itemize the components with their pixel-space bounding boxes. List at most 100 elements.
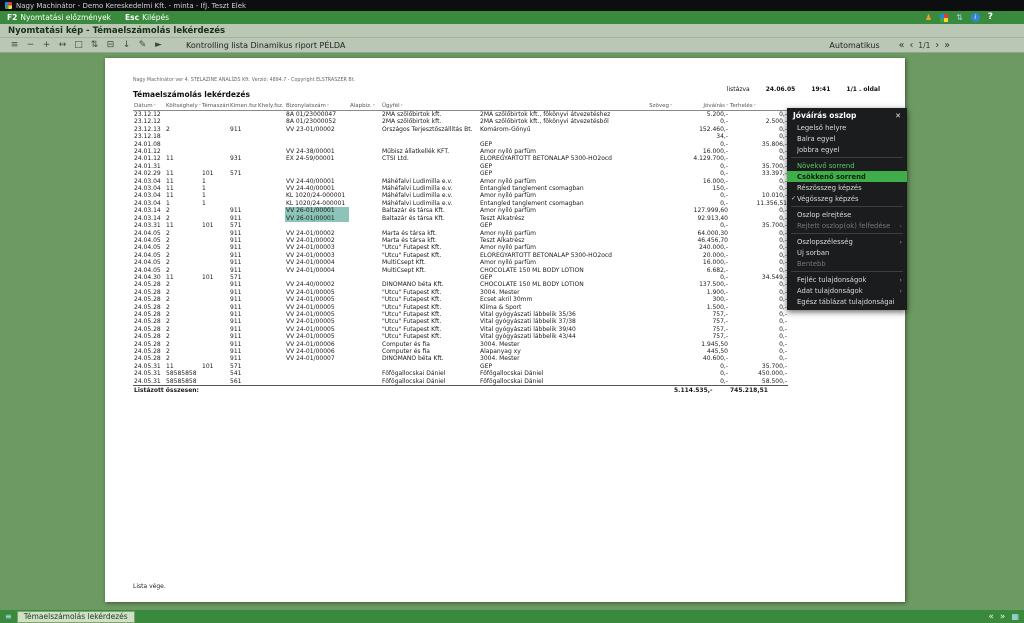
column-header[interactable]: Ügyfél▿ <box>381 102 479 111</box>
column-header[interactable]: Bizonylatszám▿ <box>285 102 349 111</box>
table-row[interactable]: 24.03.04 11 1 VV 24-40/00001 Máhéfalvi L… <box>133 185 788 192</box>
tab-temaelszamolas-lekerdezes[interactable]: Témaelszámolás lekérdezés <box>17 611 135 623</box>
context-menu-item[interactable]: Balra egyel <box>787 133 907 144</box>
prev-view-button[interactable]: « <box>988 612 994 622</box>
cell-bizonylatszam[interactable]: VV 26-01/00001 <box>285 207 349 214</box>
table-row[interactable]: 23.12.13 2 911 VV 23-01/00002 Országos T… <box>133 126 788 133</box>
scale-mode-select[interactable]: Automatikus <box>829 41 879 50</box>
context-menu-item[interactable]: Fejléc tulajdonságok › <box>787 274 907 285</box>
table-row[interactable]: 24.03.04 11 1 KL 1020/24-000001 Máhéfalv… <box>133 192 788 199</box>
context-menu-item[interactable]: Új sorban <box>787 247 907 258</box>
column-header[interactable]: Alapbiz.▿ <box>349 102 381 111</box>
table-row[interactable]: 24.04.05 2 911 VV 24-01/00003 "Utcu" Fut… <box>133 244 788 251</box>
apps-icon[interactable] <box>940 14 948 22</box>
cell-bizonylatszam[interactable]: VV 24-01/00005 <box>285 326 349 333</box>
table-row[interactable]: 24.05.31 58585858 541 Főfőgallocskai Dán… <box>133 370 788 377</box>
table-row[interactable]: 24.01.31 GÉP 0,- 35.700,- <box>133 163 788 170</box>
cell-bizonylatszam[interactable]: 8A 01/23000047 <box>285 111 349 119</box>
close-icon[interactable]: ✕ <box>895 112 901 120</box>
cell-bizonylatszam[interactable]: EX 24-59/00001 <box>285 155 349 162</box>
cell-bizonylatszam[interactable]: VV 26-01/00001 <box>285 215 349 222</box>
table-row[interactable]: 24.04.30 11 101 571 GÉP 0,- 34.549,- <box>133 274 788 281</box>
context-menu-item[interactable]: Részösszeg képzés <box>787 182 907 193</box>
table-row[interactable]: 24.05.28 2 911 VV 24-01/00005 "Utcu" Fut… <box>133 304 788 311</box>
info-icon[interactable]: i <box>971 13 980 22</box>
user-icon[interactable]: ♟ <box>925 13 932 22</box>
help-icon[interactable]: ? <box>988 13 993 22</box>
context-menu-item[interactable]: Bentebb <box>787 258 907 269</box>
first-page-button[interactable]: « <box>899 40 905 51</box>
next-view-button[interactable]: » <box>1000 612 1006 622</box>
column-header[interactable]: Szöveg▿ <box>479 102 673 111</box>
cell-bizonylatszam[interactable] <box>285 370 349 377</box>
table-row[interactable]: 24.05.28 2 911 VV 24-01/00005 "Utcu" Fut… <box>133 296 788 303</box>
table-row[interactable]: 24.01.08 GÉP 0,- 35.806,- <box>133 141 788 148</box>
table-row[interactable]: 24.01.12 11 931 EX 24-59/00001 CTSI Ltd.… <box>133 155 788 162</box>
fit-width-icon[interactable]: ↔ <box>56 40 69 50</box>
table-row[interactable]: 24.04.05 2 911 VV 24-01/00002 Marta és t… <box>133 230 788 237</box>
export-icon[interactable]: ► <box>152 40 165 50</box>
context-menu-item[interactable]: Oszlop elrejtése <box>787 209 907 220</box>
cell-bizonylatszam[interactable]: VV 24-01/00005 <box>285 311 349 318</box>
column-header[interactable]: Kimen.fsz.▿ <box>229 102 257 111</box>
table-row[interactable]: 24.05.28 2 911 VV 24-01/00005 "Utcu" Fut… <box>133 311 788 318</box>
scroll-mode-icon[interactable]: ⇅ <box>88 40 101 50</box>
cell-bizonylatszam[interactable] <box>285 170 349 177</box>
list-menu-icon[interactable]: ≡ <box>5 612 12 621</box>
cell-bizonylatszam[interactable]: VV 24-01/00002 <box>285 230 349 237</box>
cell-bizonylatszam[interactable]: VV 24-01/00003 <box>285 252 349 259</box>
table-row[interactable]: 24.05.28 2 911 VV 24-01/00005 "Utcu" Fut… <box>133 318 788 325</box>
cell-bizonylatszam[interactable] <box>285 274 349 281</box>
menu-item[interactable]: Esc Kilépés <box>125 13 169 22</box>
sync-arrows-icon[interactable]: ⇅ <box>956 13 963 22</box>
next-page-button[interactable]: › <box>935 40 939 51</box>
table-row[interactable]: 24.04.05 2 911 VV 24-01/00004 MultiCsept… <box>133 267 788 274</box>
zoom-out-icon[interactable]: − <box>24 40 37 50</box>
table-row[interactable]: 24.03.31 11 101 571 GÉP 0,- 35.700,- <box>133 222 788 229</box>
cell-bizonylatszam[interactable]: VV 24-01/00005 <box>285 296 349 303</box>
table-row[interactable]: 23.12.12 8A 01/23000052 2MA szőlőbirtok … <box>133 118 788 125</box>
cell-bizonylatszam[interactable]: VV 24-01/00003 <box>285 244 349 251</box>
table-row[interactable]: 24.01.12 VV 24-38/00001 Műbisz állatkell… <box>133 148 788 155</box>
context-menu-item[interactable]: Adat tulajdonságok › <box>787 285 907 296</box>
last-page-button[interactable]: » <box>944 40 950 51</box>
table-row[interactable]: 24.03.04 11 1 VV 24-40/00001 Máhéfalvi L… <box>133 178 788 185</box>
edit-icon[interactable]: ✎ <box>136 40 149 50</box>
table-row[interactable]: 24.05.28 2 911 VV 24-01/00005 "Utcu" Fut… <box>133 333 788 340</box>
cell-bizonylatszam[interactable] <box>285 163 349 170</box>
cell-bizonylatszam[interactable]: VV 24-40/00001 <box>285 178 349 185</box>
table-row[interactable]: 24.05.28 2 911 VV 24-01/00005 "Utcu" Fut… <box>133 289 788 296</box>
cell-bizonylatszam[interactable]: KL 1020/24-000001 <box>285 200 349 207</box>
cell-bizonylatszam[interactable] <box>285 222 349 229</box>
table-row[interactable]: 24.04.05 2 911 VV 24-01/00002 Marta és t… <box>133 237 788 244</box>
cell-bizonylatszam[interactable] <box>285 378 349 386</box>
table-row[interactable]: 23.12.12 8A 01/23000047 2MA szőlőbirtok … <box>133 111 788 119</box>
cell-bizonylatszam[interactable]: VV 24-40/00001 <box>285 185 349 192</box>
table-row[interactable]: 24.04.05 2 911 VV 24-01/00004 MultiCsept… <box>133 259 788 266</box>
save-icon[interactable]: ↓ <box>120 40 133 50</box>
table-row[interactable]: 24.05.31 58585858 561 Főfőgallocskai Dán… <box>133 378 788 386</box>
cell-bizonylatszam[interactable]: VV 24-38/00001 <box>285 148 349 155</box>
table-row[interactable]: 24.05.28 2 911 VV 24-40/00002 DINOMANO b… <box>133 281 788 288</box>
context-menu-item[interactable]: Növekvő sorrend <box>787 160 907 171</box>
menu-item[interactable]: F2 Nyomtatási előzmények <box>7 13 111 22</box>
table-row[interactable]: 23.12.18 34,- 0,- <box>133 133 788 140</box>
cell-bizonylatszam[interactable]: VV 24-01/00006 <box>285 348 349 355</box>
context-menu-item[interactable]: Oszlopszélesség › <box>787 236 907 247</box>
cell-bizonylatszam[interactable] <box>285 363 349 370</box>
context-menu-item[interactable]: Egész táblázat tulajdonságai <box>787 296 907 307</box>
cell-bizonylatszam[interactable]: VV 23-01/00002 <box>285 126 349 133</box>
cell-bizonylatszam[interactable]: VV 24-01/00005 <box>285 318 349 325</box>
table-row[interactable]: 24.03.04 1 1 KL 1020/24-000001 Máhéfalvi… <box>133 200 788 207</box>
cell-bizonylatszam[interactable]: VV 24-01/00004 <box>285 259 349 266</box>
context-menu-item[interactable]: Rejtett oszlop(ok) felfedése › <box>787 220 907 231</box>
column-header[interactable]: Khely.fsz.▿ <box>257 102 285 111</box>
table-row[interactable]: 24.03.14 2 911 VV 26-01/00001 Baltazár é… <box>133 207 788 214</box>
table-row[interactable]: 24.05.28 2 911 VV 24-01/00005 "Utcu" Fut… <box>133 326 788 333</box>
context-menu-item[interactable]: Legelső helyre <box>787 122 907 133</box>
fit-page-icon[interactable]: □ <box>72 40 85 50</box>
grid-view-icon[interactable]: ▦ <box>1011 612 1019 621</box>
print-icon[interactable]: ⊟ <box>104 40 117 50</box>
table-row[interactable]: 24.05.28 2 911 VV 24-01/00007 DINOMANO b… <box>133 355 788 362</box>
menu-icon[interactable]: ≡ <box>8 40 21 50</box>
